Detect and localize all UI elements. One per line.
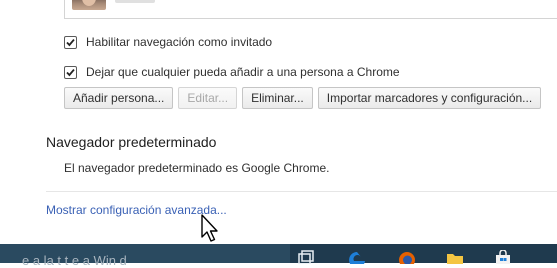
add-person-checkbox[interactable] bbox=[64, 65, 77, 79]
user-avatar-icon[interactable] bbox=[72, 0, 106, 10]
add-person-button[interactable]: Añadir persona... bbox=[64, 87, 174, 109]
edge-icon[interactable] bbox=[348, 250, 366, 264]
people-buttons: Añadir persona... Editar... Eliminar... … bbox=[64, 87, 542, 109]
import-bookmarks-button[interactable]: Importar marcadores y configuración... bbox=[317, 87, 542, 109]
edit-person-button[interactable]: Editar... bbox=[178, 87, 238, 109]
task-view-icon[interactable] bbox=[297, 250, 315, 264]
store-icon[interactable] bbox=[494, 250, 512, 264]
firefox-icon[interactable] bbox=[398, 250, 416, 264]
divider bbox=[46, 191, 557, 192]
mouse-cursor-icon bbox=[201, 214, 218, 242]
default-browser-status: El navegador predeterminado es Google Ch… bbox=[64, 161, 330, 175]
add-person-label: Dejar que cualquier pueda añadir a una p… bbox=[86, 65, 400, 79]
guest-browsing-option[interactable]: Habilitar navegación como invitado bbox=[64, 34, 272, 50]
taskbar-search-text: e a la t t e a Win d bbox=[22, 253, 127, 268]
checkmark-icon bbox=[66, 38, 75, 46]
profile-name-text bbox=[115, 0, 155, 3]
guest-browsing-checkbox[interactable] bbox=[64, 35, 77, 49]
add-person-option[interactable]: Dejar que cualquier pueda añadir a una p… bbox=[64, 64, 400, 80]
guest-browsing-label: Habilitar navegación como invitado bbox=[86, 35, 273, 49]
delete-person-button[interactable]: Eliminar... bbox=[242, 87, 313, 109]
default-browser-heading: Navegador predeterminado bbox=[46, 134, 217, 150]
file-explorer-icon[interactable] bbox=[446, 250, 464, 264]
checkmark-icon bbox=[66, 68, 75, 76]
